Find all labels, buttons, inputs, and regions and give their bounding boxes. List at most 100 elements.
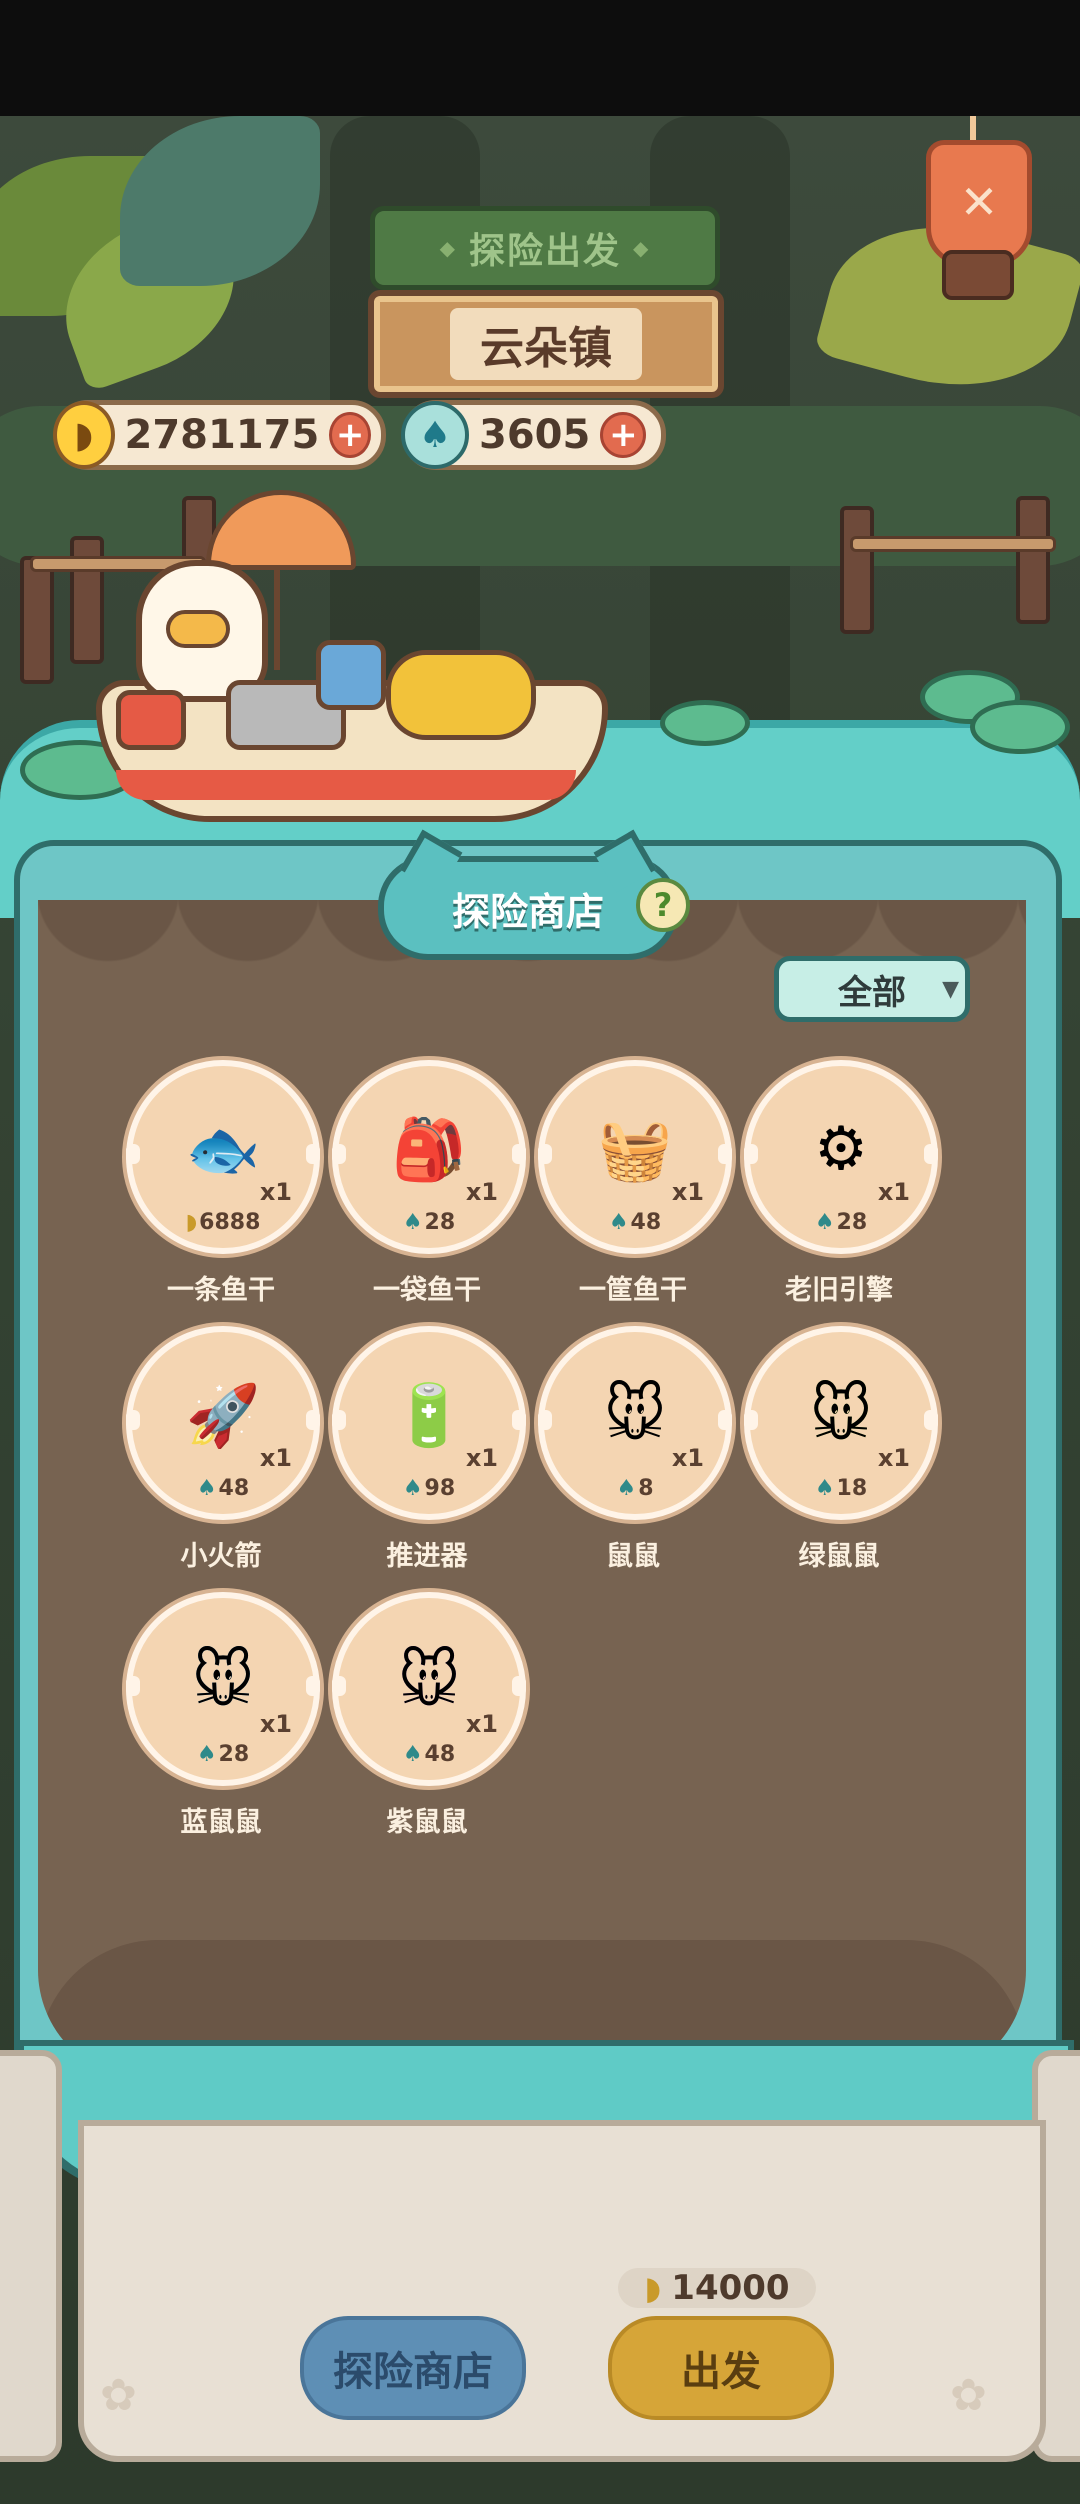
town-name: 云朵镇	[450, 308, 642, 380]
mouse-icon: 🐭	[603, 1380, 667, 1450]
shop-item[interactable]: 🚀 x1 ♠48 小火箭	[126, 1326, 320, 1573]
depart-label: 出发	[681, 2349, 761, 2395]
flame-amount: 3605	[479, 412, 591, 458]
item-quantity: x1	[259, 1444, 292, 1472]
close-icon: ✕	[959, 175, 999, 229]
blue-flame-icon: ♠	[196, 1742, 217, 1767]
item-price: ♠48	[544, 1210, 726, 1235]
banana-icon: ◗	[53, 401, 115, 469]
banana-icon: ◗	[644, 2269, 662, 2307]
blue-flame-icon: ♠	[401, 401, 469, 469]
fence-post	[840, 506, 874, 634]
item-price-value: 18	[836, 1476, 868, 1501]
shop-item[interactable]: 🐭 x1 ♠18 绿鼠鼠	[744, 1326, 938, 1573]
leaf	[120, 116, 320, 286]
item-coin: 🐭 x1 ♠18	[744, 1326, 938, 1520]
adventure-ribbon: 探险出发	[370, 206, 720, 290]
item-name: 一袋鱼干	[373, 1275, 481, 1306]
item-coin: 🔋 x1 ♠98	[332, 1326, 526, 1520]
close-button[interactable]: ✕	[926, 140, 1032, 266]
shop-item[interactable]: 🔋 x1 ♠98 推进器	[332, 1326, 526, 1573]
item-name: 推进器	[386, 1541, 468, 1572]
adventure-shop-button[interactable]: 探险商店	[300, 2316, 526, 2420]
item-name: 一筐鱼干	[579, 1275, 687, 1306]
item-price-value: 6888	[199, 1210, 261, 1235]
item-name: 小火箭	[180, 1541, 262, 1572]
tag-base	[942, 250, 1014, 300]
shop-item[interactable]: 🐭 x1 ♠8 鼠鼠	[538, 1326, 732, 1573]
item-quantity: x1	[465, 1178, 498, 1206]
item-name: 一条鱼干	[167, 1275, 275, 1306]
help-button[interactable]: ?	[636, 878, 690, 932]
lily-pad	[970, 700, 1070, 754]
blue-flame-icon: ♠	[402, 1742, 423, 1767]
add-banana-button[interactable]: +	[329, 412, 371, 458]
item-price: ♠28	[132, 1742, 314, 1767]
item-coin: 🐟 x1 ◗6888	[126, 1060, 320, 1254]
paw-icon: ✿	[950, 2370, 987, 2421]
item-price-value: 28	[836, 1210, 868, 1235]
item-quantity: x1	[877, 1444, 910, 1472]
blue-flame-icon: ♠	[402, 1476, 423, 1501]
bottom-panel	[78, 2120, 1046, 2462]
item-price-value: 28	[218, 1742, 250, 1767]
paw-icon: ✿	[100, 2370, 137, 2421]
duck-beak	[166, 610, 230, 648]
lily-pad	[660, 700, 750, 746]
item-price-value: 48	[424, 1742, 456, 1767]
item-price: ♠28	[338, 1210, 520, 1235]
left-side-panel	[0, 2050, 62, 2462]
banana-icon: ◗	[185, 1210, 198, 1235]
blue-flame-icon: ♠	[196, 1476, 217, 1501]
shop-item[interactable]: 🎒 x1 ♠28 一袋鱼干	[332, 1060, 526, 1307]
item-coin: 🐭 x1 ♠48	[332, 1592, 526, 1786]
item-quantity: x1	[259, 1178, 292, 1206]
item-quantity: x1	[877, 1178, 910, 1206]
item-quantity: x1	[259, 1710, 292, 1738]
blue-flame-icon: ♠	[608, 1210, 629, 1235]
help-icon: ?	[653, 886, 673, 924]
red-crate	[116, 690, 186, 750]
item-price: ♠98	[338, 1476, 520, 1501]
shop-item[interactable]: 🐭 x1 ♠48 紫鼠鼠	[332, 1592, 526, 1839]
add-flame-button[interactable]: +	[600, 412, 647, 458]
filter-dropdown[interactable]: 全部 ▼	[774, 956, 970, 1022]
item-price: ♠28	[750, 1210, 932, 1235]
blue-flame-icon: ♠	[814, 1210, 835, 1235]
depart-button[interactable]: 出发	[608, 2316, 834, 2420]
item-quantity: x1	[671, 1178, 704, 1206]
item-price: ♠48	[132, 1476, 314, 1501]
item-price: ♠48	[338, 1742, 520, 1767]
item-quantity: x1	[671, 1444, 704, 1472]
fish-basket-icon: 🧺	[597, 1114, 673, 1185]
item-coin: 🐭 x1 ♠28	[126, 1592, 320, 1786]
item-coin: 🎒 x1 ♠28	[332, 1060, 526, 1254]
thruster-icon: 🔋	[391, 1380, 467, 1451]
item-coin: ⚙ x1 ♠28	[744, 1060, 938, 1254]
item-quantity: x1	[465, 1710, 498, 1738]
ribbon-label: 探险出发	[468, 231, 621, 272]
item-price: ◗6888	[132, 1210, 314, 1235]
item-coin: 🐭 x1 ♠8	[538, 1326, 732, 1520]
departure-cost: ◗ 14000	[618, 2268, 816, 2308]
filter-label: 全部	[838, 972, 906, 1013]
shop-item[interactable]: 🐟 x1 ◗6888 一条鱼干	[126, 1060, 320, 1307]
shop-item[interactable]: ⚙ x1 ♠28 老旧引擎	[744, 1060, 938, 1307]
banana-cargo	[386, 650, 536, 740]
blue-mouse-icon: 🐭	[191, 1646, 255, 1716]
item-price-value: 8	[638, 1476, 654, 1501]
banana-currency: ◗ 2781175 +	[53, 400, 386, 470]
item-price: ♠8	[544, 1476, 726, 1501]
flame-currency: ♠ 3605 +	[401, 400, 666, 470]
shop-item[interactable]: 🐭 x1 ♠28 蓝鼠鼠	[126, 1592, 320, 1839]
item-quantity: x1	[465, 1444, 498, 1472]
blue-flame-icon: ♠	[616, 1476, 637, 1501]
shop-item[interactable]: 🧺 x1 ♠48 一筐鱼干	[538, 1060, 732, 1307]
caret-down-icon: ▼	[942, 977, 959, 1002]
item-price-value: 28	[424, 1210, 456, 1235]
purple-mouse-icon: 🐭	[397, 1646, 461, 1716]
item-name: 老旧引擎	[785, 1275, 893, 1306]
cost-value: 14000	[671, 2268, 790, 2308]
adventure-shop-label: 探险商店	[333, 2349, 493, 2395]
rocket-icon: 🚀	[185, 1380, 261, 1451]
